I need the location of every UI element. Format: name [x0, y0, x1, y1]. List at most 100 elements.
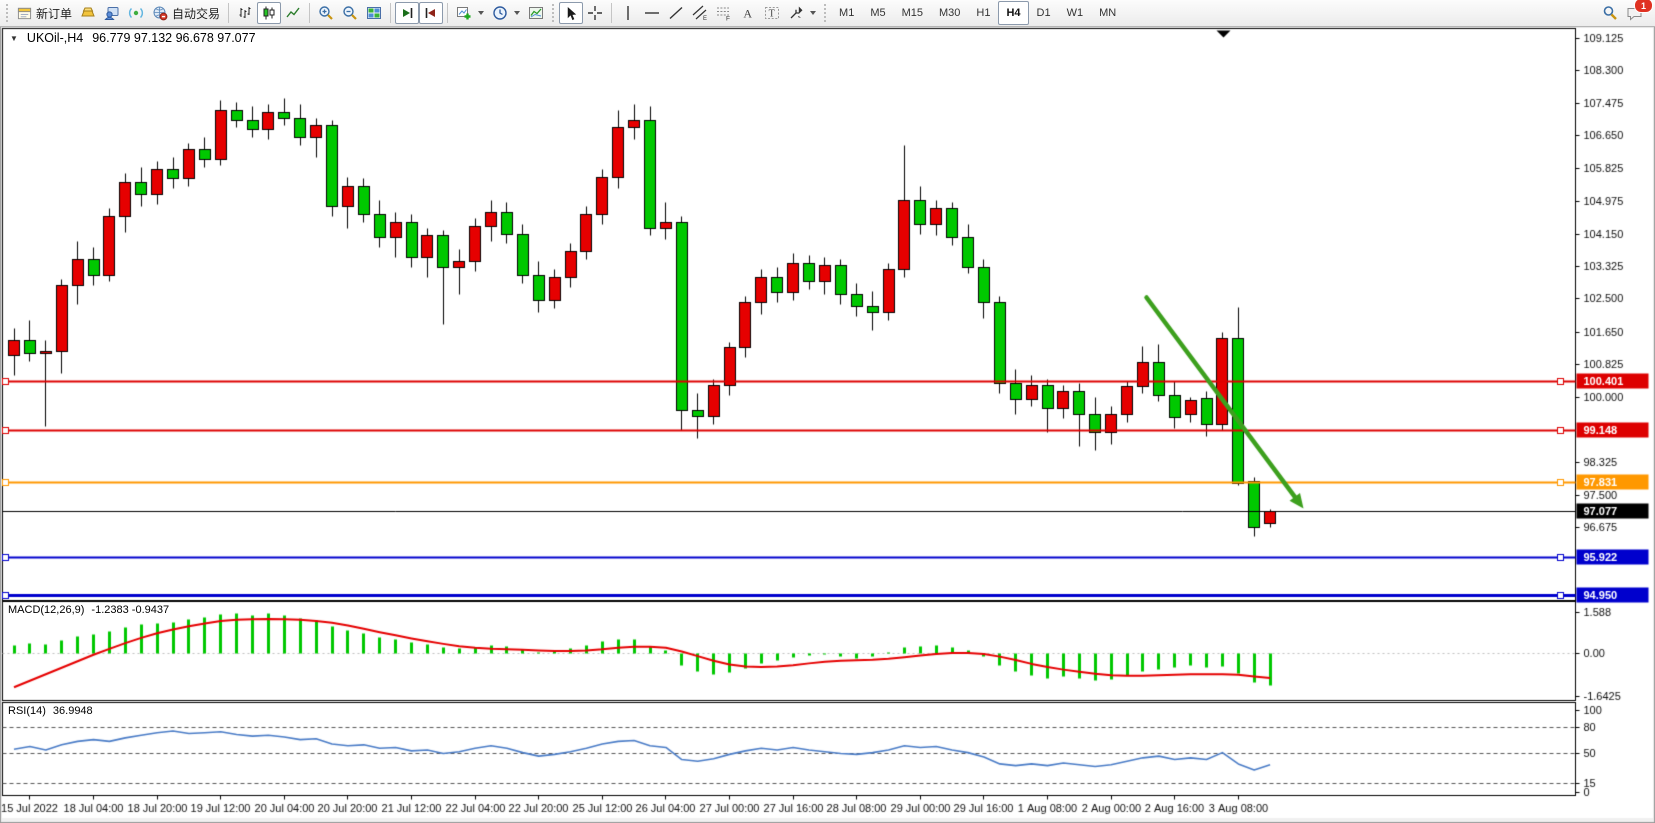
- timeframe-w1-button[interactable]: W1: [1059, 1, 1092, 25]
- horizontal-line-icon: [644, 6, 660, 20]
- text-label-tool-button[interactable]: T: [760, 2, 784, 24]
- text-icon: A: [741, 5, 755, 21]
- new-order-icon: [17, 6, 32, 21]
- timeframe-label: W1: [1067, 7, 1084, 19]
- timeframe-label: M15: [902, 7, 923, 19]
- chart-template-button[interactable]: [524, 2, 548, 24]
- toolbar-separator: [447, 3, 448, 23]
- clock-icon: [492, 5, 508, 21]
- chart-canvas[interactable]: [0, 0, 1655, 823]
- gold-icon: [80, 5, 96, 21]
- signal-icon: [128, 5, 144, 21]
- chart-shift-button[interactable]: [419, 2, 443, 24]
- tile-windows-icon: [366, 5, 382, 21]
- chart-template-icon: [528, 5, 544, 21]
- trendline-icon: [668, 5, 684, 21]
- text-label-icon: T: [764, 5, 780, 21]
- user-terminal-icon: [104, 5, 120, 21]
- add-indicator-button[interactable]: [452, 2, 488, 24]
- market-watch-button[interactable]: [76, 2, 100, 24]
- svg-text:E: E: [703, 16, 707, 21]
- tile-windows-button[interactable]: [362, 2, 386, 24]
- rsi-name: RSI(14): [8, 705, 46, 717]
- new-order-button[interactable]: 新订单: [13, 2, 76, 24]
- zoom-out-icon: [342, 5, 358, 21]
- timeframe-m5-button[interactable]: M5: [862, 1, 893, 25]
- fibonacci-tool-button[interactable]: F: [712, 2, 736, 24]
- timeframe-label: D1: [1037, 7, 1051, 19]
- candlestick-icon: [261, 5, 277, 21]
- svg-text:F: F: [726, 16, 730, 22]
- new-order-label: 新订单: [36, 5, 72, 22]
- notifications-button[interactable]: 1: [1622, 2, 1647, 24]
- toolbar-grip: [5, 4, 10, 22]
- macd-values: -1.2383 -0.9437: [91, 604, 169, 616]
- toolbar-separator: [309, 3, 310, 23]
- timeframe-mn-button[interactable]: MN: [1091, 1, 1124, 25]
- chevron-down-icon: [514, 11, 520, 15]
- line-chart-icon: [285, 5, 301, 21]
- add-indicator-icon: [456, 5, 472, 21]
- text-tool-button[interactable]: A: [736, 2, 760, 24]
- line-chart-mode-button[interactable]: [281, 2, 305, 24]
- arrows-tool-button[interactable]: [784, 2, 820, 24]
- vertical-line-icon: [621, 5, 635, 21]
- crosshair-tool-button[interactable]: [583, 2, 607, 24]
- cursor-tool-button[interactable]: [559, 2, 583, 24]
- search-button[interactable]: [1598, 2, 1622, 24]
- zoom-out-button[interactable]: [338, 2, 362, 24]
- auto-trading-button[interactable]: 自动交易: [148, 2, 224, 24]
- accounts-button[interactable]: [100, 2, 124, 24]
- timeframe-h1-button[interactable]: H1: [968, 1, 998, 25]
- auto-trading-icon: [152, 5, 168, 21]
- bar-chart-icon: [237, 5, 253, 21]
- crosshair-icon: [587, 5, 603, 21]
- toolbar-separator: [228, 3, 229, 23]
- toolbar-grip: [551, 4, 556, 22]
- zoom-in-icon: [318, 5, 334, 21]
- equidistant-channel-tool-button[interactable]: E: [688, 2, 712, 24]
- timeframe-label: H4: [1006, 7, 1020, 19]
- ohlc-values: 96.779 97.132 96.678 97.077: [92, 31, 255, 45]
- notification-badge: 1: [1634, 0, 1653, 13]
- auto-scroll-button[interactable]: [395, 2, 419, 24]
- timeframe-d1-button[interactable]: D1: [1029, 1, 1059, 25]
- toolbar-grip: [823, 4, 828, 22]
- timeframe-label: M5: [870, 7, 885, 19]
- timeframe-m1-button[interactable]: M1: [831, 1, 862, 25]
- bar-chart-mode-button[interactable]: [233, 2, 257, 24]
- svg-text:A: A: [743, 7, 752, 21]
- chart-shift-icon: [423, 5, 439, 21]
- trendline-tool-button[interactable]: [664, 2, 688, 24]
- timeframe-m30-button[interactable]: M30: [931, 1, 968, 25]
- fibonacci-icon: F: [716, 5, 732, 21]
- timeframe-label: M1: [839, 7, 854, 19]
- arrows-icon: [788, 5, 804, 21]
- chevron-down-icon: [478, 11, 484, 15]
- timeframe-label: MN: [1099, 7, 1116, 19]
- timeframe-label: M30: [939, 7, 960, 19]
- svg-text:T: T: [769, 9, 775, 20]
- macd-indicator-label: MACD(12,26,9) -1.2383 -0.9437: [8, 604, 169, 616]
- cursor-icon: [564, 6, 579, 21]
- period-button[interactable]: [488, 2, 524, 24]
- search-icon: [1602, 5, 1618, 21]
- auto-scroll-icon: [399, 5, 415, 21]
- toolbar-separator: [390, 3, 391, 23]
- chevron-down-icon: [810, 11, 816, 15]
- timeframe-h4-button[interactable]: H4: [998, 1, 1028, 25]
- vertical-line-tool-button[interactable]: [616, 2, 640, 24]
- chart-title: ▼ UKOil-,H4 96.779 97.132 96.678 97.077: [10, 31, 256, 45]
- symbol-period-label: UKOil-,H4: [27, 31, 83, 45]
- main-toolbar: 新订单 自动交易: [0, 0, 1655, 27]
- signals-button[interactable]: [124, 2, 148, 24]
- candlestick-mode-button[interactable]: [257, 2, 281, 24]
- zoom-in-button[interactable]: [314, 2, 338, 24]
- macd-name: MACD(12,26,9): [8, 604, 84, 616]
- timeframe-label: H1: [976, 7, 990, 19]
- auto-trading-label: 自动交易: [172, 5, 220, 22]
- collapse-triangle-icon[interactable]: ▼: [10, 34, 18, 43]
- rsi-indicator-label: RSI(14) 36.9948: [8, 705, 93, 717]
- horizontal-line-tool-button[interactable]: [640, 2, 664, 24]
- timeframe-m15-button[interactable]: M15: [894, 1, 931, 25]
